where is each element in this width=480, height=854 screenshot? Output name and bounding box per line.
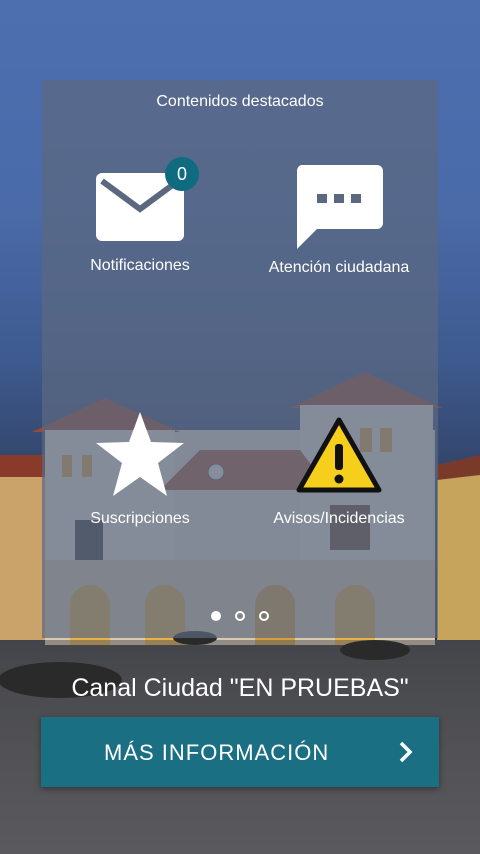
tile-avisos-incidencias[interactable]: Avisos/Incidencias bbox=[249, 416, 429, 528]
more-info-label: MÁS INFORMACIÓN bbox=[104, 740, 330, 765]
featured-content-panel bbox=[42, 80, 438, 638]
tile-notificaciones[interactable]: Notificaciones bbox=[50, 173, 230, 275]
star-icon bbox=[96, 412, 184, 496]
panel-title: Contenidos destacados bbox=[156, 93, 324, 110]
tile-label: Notificaciones bbox=[90, 257, 190, 274]
warning-icon bbox=[296, 417, 382, 493]
tile-suscripciones[interactable]: Suscripciones bbox=[50, 412, 230, 528]
tile-label: Avisos/Incidencias bbox=[273, 510, 405, 527]
tile-label: Suscripciones bbox=[90, 510, 190, 527]
tile-atencion-ciudadana[interactable]: Atención ciudadana bbox=[249, 165, 429, 277]
page-dot[interactable] bbox=[259, 611, 270, 621]
page-dot[interactable] bbox=[235, 611, 245, 621]
page-indicator bbox=[0, 608, 480, 626]
channel-title: Canal Ciudad "EN PRUEBAS" bbox=[71, 674, 409, 702]
chevron-right-icon bbox=[399, 741, 413, 763]
chat-bubble-icon bbox=[296, 165, 383, 249]
tile-label: Atención ciudadana bbox=[268, 259, 410, 276]
more-info-button[interactable]: MÁS INFORMACIÓN bbox=[41, 717, 439, 787]
page-dot-active[interactable] bbox=[210, 611, 221, 621]
notification-count-badge: 0 bbox=[165, 157, 199, 191]
